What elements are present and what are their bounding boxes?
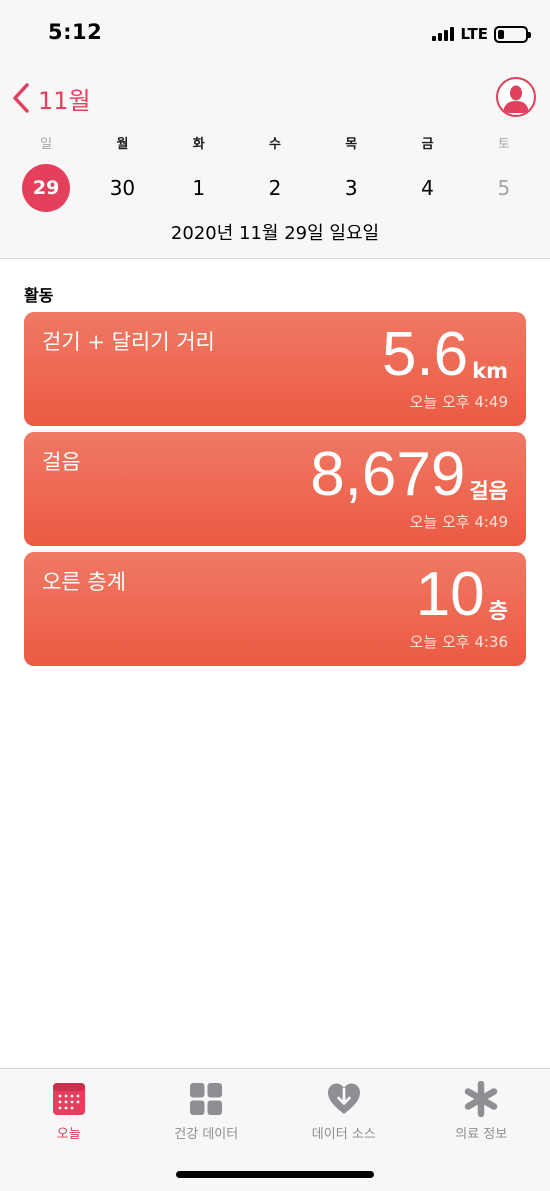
day-3[interactable]: 3 (313, 164, 389, 212)
weekday-label: 금 (421, 137, 434, 152)
weekday-row: 일 월 화 수 목 금 토 (8, 133, 542, 153)
card-value: 8,679 걸음 (310, 444, 508, 506)
heart-download-icon (327, 1083, 360, 1114)
card-value-number: 10 (415, 560, 485, 629)
weekday-label: 일 (40, 137, 53, 152)
day-5[interactable]: 5 (466, 164, 542, 212)
weekday-label: 월 (116, 137, 129, 152)
chevron-left-icon (12, 83, 30, 113)
card-title: 걸음 (42, 450, 81, 474)
asterisk-icon (465, 1081, 498, 1117)
home-indicator (176, 1171, 374, 1178)
card-value: 10 층 (416, 564, 508, 626)
card-timestamp: 오늘 오후 4:36 (409, 633, 508, 651)
activity-section-title: 활동 (24, 286, 54, 305)
card-value-number: 5.6 (381, 320, 469, 389)
card-value-unit: 층 (488, 599, 508, 623)
person-icon (499, 80, 533, 114)
network-label: LTE (460, 25, 488, 43)
grid-icon (190, 1083, 223, 1115)
tab-label: 건강 데이터 (174, 1127, 239, 1142)
weekday-label: 토 (497, 137, 510, 152)
back-button[interactable]: 11월 (12, 78, 91, 118)
status-indicators: LTE (432, 22, 531, 46)
tab-today[interactable]: 오늘 (0, 1069, 138, 1191)
selected-date: 2020년 11월 29일 일요일 (170, 223, 380, 244)
day-row: 29 30 1 2 3 4 5 (8, 164, 542, 212)
walking-running-distance-card[interactable]: 걷기 + 달리기 거리 5.6 km 오늘 오후 4:49 (24, 312, 526, 426)
card-title: 걷기 + 달리기 거리 (42, 330, 215, 354)
day-30[interactable]: 30 (84, 164, 160, 212)
weekday-label: 수 (269, 137, 281, 152)
day-1[interactable]: 1 (161, 164, 237, 212)
tab-medical-id[interactable]: 의료 정보 (413, 1069, 550, 1191)
card-value-number: 8,679 (310, 440, 466, 509)
day-4[interactable]: 4 (389, 164, 465, 212)
calendar-icon (52, 1083, 85, 1115)
profile-button[interactable] (496, 77, 536, 117)
back-label: 11월 (38, 86, 91, 115)
day-29-selected[interactable]: 29 (8, 164, 84, 212)
status-time: 5:12 (48, 20, 103, 44)
weekday-label: 목 (345, 137, 358, 152)
tab-label: 오늘 (56, 1127, 81, 1142)
tab-label: 데이터 소스 (311, 1127, 376, 1142)
weekday-label: 화 (192, 137, 205, 152)
card-value-unit: km (472, 359, 508, 383)
tab-label: 의료 정보 (455, 1127, 508, 1142)
signal-icon (432, 27, 455, 41)
header-area: 5:12 LTE 11월 일 월 화 수 목 금 토 29 30 1 2 3 4… (0, 0, 550, 259)
card-value-unit: 걸음 (469, 479, 508, 503)
card-timestamp: 오늘 오후 4:49 (409, 393, 508, 411)
card-title: 오른 층계 (42, 570, 126, 594)
card-value: 5.6 km (382, 324, 508, 386)
day-2[interactable]: 2 (237, 164, 313, 212)
card-timestamp: 오늘 오후 4:49 (409, 513, 508, 531)
steps-card[interactable]: 걸음 8,679 걸음 오늘 오후 4:49 (24, 432, 526, 546)
battery-icon (494, 25, 531, 43)
flights-climbed-card[interactable]: 오른 층계 10 층 오늘 오후 4:36 (24, 552, 526, 666)
